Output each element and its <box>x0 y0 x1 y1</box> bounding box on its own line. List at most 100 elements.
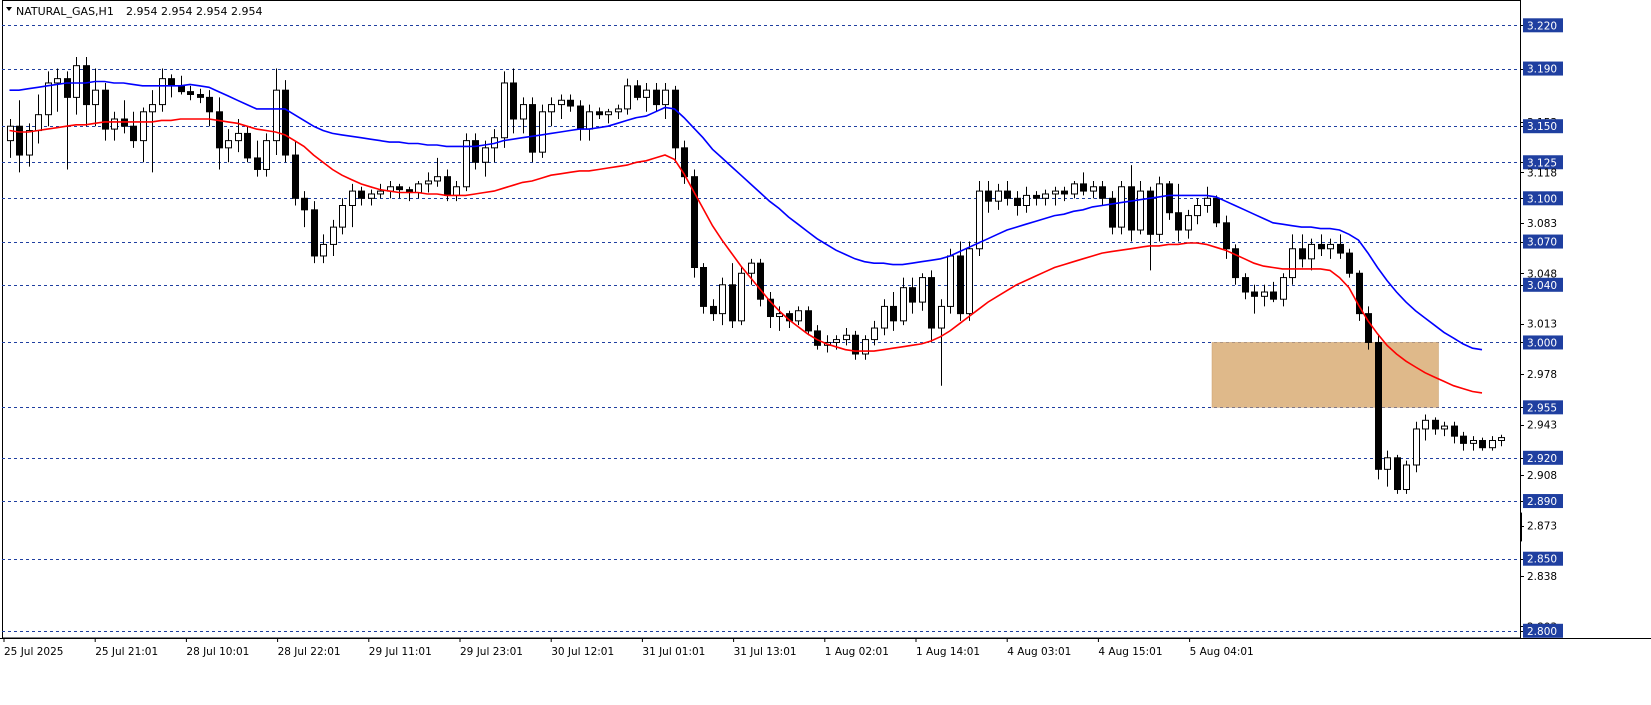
candle-bull <box>377 190 384 195</box>
candle-bear <box>890 305 897 322</box>
candle-bear <box>1318 243 1325 250</box>
chart-title: NATURAL_GAS,H1 2.954 2.954 2.954 2.954 <box>6 5 262 18</box>
y-tick-label: 2.955 <box>1527 402 1557 414</box>
candle-bear <box>1223 222 1230 250</box>
candle-bear <box>596 111 603 116</box>
y-tick-label: 3.000 <box>1527 337 1557 349</box>
candle-bull <box>263 140 270 170</box>
candle-bear <box>311 209 318 257</box>
candle-bear <box>1460 435 1467 444</box>
candle-bull <box>833 339 840 343</box>
candle-bear <box>957 255 964 315</box>
candle-bull <box>1156 183 1163 235</box>
candle-bear <box>1337 243 1344 254</box>
candle-bear <box>1014 197 1021 207</box>
x-tick-label: 1 Aug 02:01 <box>825 646 889 658</box>
candle-bull <box>1071 183 1078 195</box>
y-tick-label: 2.850 <box>1527 554 1557 566</box>
candle-bull <box>1185 215 1192 231</box>
candle-bull <box>425 180 432 185</box>
candle-bear <box>282 89 289 156</box>
candle-bear <box>577 105 584 130</box>
candle-bear <box>358 190 365 199</box>
candle-bull <box>368 193 375 199</box>
candle-bull <box>453 186 460 196</box>
candle-bull <box>795 310 802 322</box>
y-tick-label: 3.190 <box>1527 64 1557 76</box>
candle-bull <box>140 111 147 142</box>
candle-bear <box>83 65 90 106</box>
candle-bull <box>1498 437 1505 441</box>
candle-bull <box>1023 194 1030 207</box>
candle-bull <box>92 89 99 106</box>
symbol-title: NATURAL_GAS,H1 <box>16 5 114 18</box>
candle-bull <box>463 140 470 188</box>
candle-bull <box>45 82 52 116</box>
candle-bull <box>615 108 622 113</box>
y-tick-label: 3.083 <box>1527 218 1557 230</box>
ohlc-readout: 2.954 2.954 2.954 2.954 <box>126 5 262 18</box>
candle-bull <box>605 111 612 116</box>
candle-bull <box>995 190 1002 202</box>
candle-bull <box>539 111 546 153</box>
x-tick-label: 29 Jul 23:01 <box>460 646 523 658</box>
candle-bear <box>1479 439 1486 449</box>
candle-bear <box>634 85 641 98</box>
candle-bear <box>1175 212 1182 231</box>
candle-bear <box>1080 183 1087 192</box>
candle-bull <box>1422 419 1429 430</box>
candle-bull <box>1384 457 1391 470</box>
candle-bear <box>1033 194 1040 199</box>
candle-bull <box>548 104 555 113</box>
candle-bear <box>729 284 736 322</box>
candle-bear <box>1099 186 1106 199</box>
y-tick-label: 2.920 <box>1527 453 1557 465</box>
candle-bull <box>434 176 441 182</box>
candle-bear <box>168 78 175 87</box>
candle-bear <box>216 111 223 149</box>
y-tick-label: 3.118 <box>1527 167 1557 179</box>
candle-bear <box>1375 341 1382 470</box>
candle-bear <box>1128 186 1135 231</box>
candle-bear <box>102 89 109 130</box>
candle-bull <box>1470 439 1477 444</box>
x-tick-label: 28 Jul 10:01 <box>186 646 249 658</box>
candle-bear <box>1394 457 1401 491</box>
candle-bull <box>976 190 983 250</box>
candle-bull <box>1489 439 1496 449</box>
y-tick-label: 2.890 <box>1527 496 1557 508</box>
candle-bull <box>54 78 61 84</box>
candle-bull <box>415 183 422 194</box>
candle-bull <box>586 111 593 130</box>
candle-bear <box>472 140 479 163</box>
y-tick-label: 2.978 <box>1527 369 1557 381</box>
candle-bull <box>349 190 356 207</box>
candle-bear <box>130 125 137 142</box>
candle-bull <box>320 243 327 257</box>
candle-bull <box>330 226 337 245</box>
x-tick-label: 25 Jul 21:01 <box>95 646 158 658</box>
y-tick-label: 3.100 <box>1527 193 1557 205</box>
y-tick-label: 3.013 <box>1527 319 1557 331</box>
price-zone <box>1211 342 1439 408</box>
price-chart[interactable]: 3.2203.1903.1533.1503.1253.1183.1003.083… <box>0 0 1651 705</box>
candle-bear <box>1270 291 1277 300</box>
candle-bull <box>843 334 850 341</box>
candle-bear <box>64 78 71 98</box>
candle-bull <box>482 147 489 163</box>
candle-bull <box>1137 190 1144 231</box>
candle-bull <box>1052 190 1059 195</box>
candle-bull <box>919 277 926 303</box>
y-tick-label: 2.873 <box>1527 521 1557 533</box>
candle-bull <box>1289 248 1296 279</box>
candle-bull <box>624 85 631 110</box>
candle-bear <box>510 82 517 120</box>
candle-bull <box>520 104 527 120</box>
candle-bull <box>111 118 118 130</box>
candle-bear <box>444 176 451 196</box>
candle-bull <box>73 65 80 98</box>
x-tick-label: 31 Jul 13:01 <box>734 646 797 658</box>
y-tick-label: 2.908 <box>1527 470 1557 482</box>
zone-layer <box>1211 342 1439 408</box>
candle-bull <box>35 114 42 132</box>
